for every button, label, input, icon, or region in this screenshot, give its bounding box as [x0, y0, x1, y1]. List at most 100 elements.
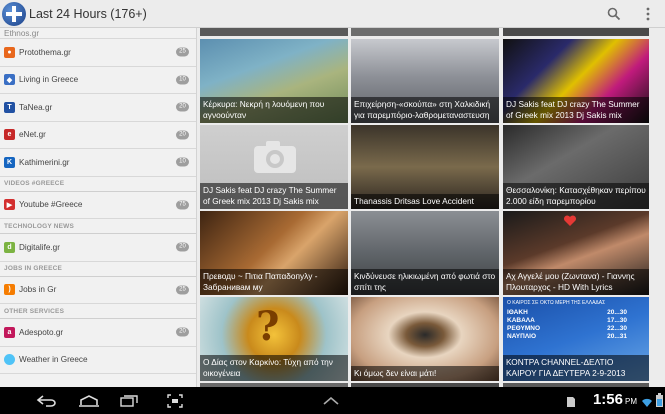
count-badge: 10: [176, 75, 189, 85]
status-clock: 1:56: [592, 391, 623, 408]
section-header-videos: VIDEOS #GREECE: [0, 177, 196, 192]
weather-city: ΙΘΑΚΗ: [507, 309, 528, 316]
tile-caption: Κι όμως δεν είναι μάτι!: [351, 365, 499, 381]
count-badge: 75: [176, 200, 189, 210]
news-tile[interactable]: Ο ΚΑΙΡΟΣ ΣΕ ΟΚΤΩ ΜΕΡΗ ΤΗΣ ΕΛΛΑΔΑΣ ΙΘΑΚΗ 2…: [503, 297, 649, 381]
living-in-greece-icon: ◆: [4, 74, 15, 86]
sidebar-item-label: Adespoto.gr: [19, 327, 64, 337]
count-badge: 20: [176, 130, 189, 140]
sidebar-item-label: eNet.gr: [19, 130, 46, 140]
sidebar-item-tanea[interactable]: T TaNea.gr 20: [0, 94, 196, 122]
weather-heading: Ο ΚΑΙΡΟΣ ΣΕ ΟΚΤΩ ΜΕΡΗ ΤΗΣ ΕΛΛΑΔΑΣ: [507, 300, 606, 306]
tile-caption: DJ Sakis feat DJ crazy The Summer of Gre…: [503, 97, 649, 123]
count-badge: 20: [176, 242, 189, 252]
weather-city: ΝΑΥΠΛΙΟ: [507, 333, 537, 340]
sidebar-item-label: Protothema.gr: [19, 47, 71, 57]
tile-partial[interactable]: [200, 28, 348, 36]
count-badge: 25: [176, 285, 189, 295]
sources-sidebar: Ethnos.gr ● Protothema.gr 25 ◆ Living in…: [0, 28, 197, 387]
digitalife-icon: d: [4, 241, 15, 253]
sidebar-item-label: Youtube #Greece: [19, 200, 83, 210]
adespoto-icon: a: [4, 326, 15, 338]
status-ampm: PM: [625, 397, 637, 406]
news-tile[interactable]: Κινδύνευσε ηλικιωμένη από φωτιά στο σπίτ…: [351, 211, 499, 295]
weather-table: ΙΘΑΚΗ 20...30 ΚΑΒΑΛΑ 17...30 ΡΕΘΥΜΝΟ 22...3…: [507, 309, 627, 341]
tile-caption: ΚΟΝΤΡΑ CHANNEL-ΔΕΛΤΙΟ ΚΑΙΡΟΥ ΓΙΑ ΔΕΥΤΕΡΑ…: [503, 355, 649, 381]
weather-city: ΡΕΘΥΜΝΟ: [507, 325, 541, 332]
sidebar-item-adespoto[interactable]: a Adespoto.gr 20: [0, 319, 196, 347]
sidebar-item-youtube-greece[interactable]: ▶ Youtube #Greece 75: [0, 192, 196, 219]
sd-card-icon: [566, 395, 576, 413]
section-header-services: OTHER SERVICES: [0, 304, 196, 319]
search-icon[interactable]: [597, 0, 631, 28]
tile-caption: DJ Sakis feat DJ crazy The Summer of Gre…: [200, 183, 348, 209]
news-tile[interactable]: ? Ο Δίας στον Καρκίνο: Τύχη από την οικο…: [200, 297, 348, 381]
wifi-icon: [641, 395, 653, 413]
news-tile[interactable]: DJ Sakis feat DJ crazy The Summer of Gre…: [200, 125, 348, 209]
weather-row: ΡΕΘΥΜΝΟ 22...30: [507, 325, 627, 333]
news-tile[interactable]: Θεσσαλονίκη: Κατασχέθηκαν περίπου 2.000 …: [503, 125, 649, 209]
protothema-icon: ●: [4, 46, 15, 58]
heart-icon: [563, 215, 577, 226]
sidebar-item-living-in-greece[interactable]: ◆ Living in Greece 10: [0, 67, 196, 94]
sidebar-item-label: Ethnos.gr: [4, 28, 40, 38]
tile-caption: Επιχείρηση-«σκούπα» στη Χαλκιδική για πα…: [351, 97, 499, 123]
sidebar-item-weather-in-greece[interactable]: Weather in Greece: [0, 347, 196, 374]
news-tile[interactable]: Επιχείρηση-«σκούπα» στη Χαλκιδική για πα…: [351, 39, 499, 123]
sidebar-item-label: TaNea.gr: [19, 102, 53, 112]
weather-row: ΚΑΒΑΛΑ 17...30: [507, 317, 627, 325]
recent-apps-icon[interactable]: [114, 387, 144, 414]
news-tile-grid: Κέρκυρα: Νεκρή η λουόμενη που αγνοούνταν…: [197, 28, 665, 387]
sidebar-item-enet[interactable]: e eNet.gr 20: [0, 122, 196, 149]
sidebar-item-protothema[interactable]: ● Protothema.gr 25: [0, 39, 196, 67]
count-badge: 20: [176, 327, 189, 337]
tile-caption: Κέρκυρα: Νεκρή η λουόμενη που αγνοούνταν: [200, 97, 348, 123]
greek-flag-logo-icon[interactable]: [2, 1, 26, 26]
sidebar-item-digitalife[interactable]: d Digitalife.gr 20: [0, 234, 196, 262]
news-tile[interactable]: Αχ Αγγελέ μου (Ζωντανα) - Γιαννης Πλουτα…: [503, 211, 649, 295]
weather-row: ΙΘΑΚΗ 20...30: [507, 309, 627, 317]
enet-icon: e: [4, 129, 15, 141]
screenshot-icon[interactable]: [160, 387, 190, 414]
chevron-up-icon[interactable]: [316, 387, 346, 414]
news-tile[interactable]: Thanassis Dritsas Love Accident: [351, 125, 499, 209]
weather-temp: 22...30: [607, 325, 627, 332]
weather-temp: 20...30: [607, 309, 627, 316]
count-badge: 10: [176, 157, 189, 167]
sidebar-item-label: Weather in Greece: [19, 355, 88, 365]
battery-icon: [656, 393, 663, 412]
rss-icon: ): [4, 284, 15, 296]
tile-caption: Thanassis Dritsas Love Accident: [351, 193, 499, 209]
news-tile[interactable]: DJ Sakis feat DJ crazy The Summer of Gre…: [503, 39, 649, 123]
tile-caption: Ο Δίας στον Καρκίνο: Τύχη από την οικογέ…: [200, 355, 348, 381]
sidebar-item-label: Jobs in Gr: [19, 285, 57, 295]
tile-partial[interactable]: [503, 28, 649, 36]
sidebar-item-jobs-in-gr[interactable]: ) Jobs in Gr 25: [0, 277, 196, 304]
weather-icon: [4, 354, 15, 366]
youtube-icon: ▶: [4, 199, 15, 211]
camera-placeholder-icon: [254, 141, 296, 173]
section-header-jobs: JOBS IN GREECE: [0, 262, 196, 277]
weather-city: ΚΑΒΑΛΑ: [507, 317, 535, 324]
tile-caption: Αχ Αγγελέ μου (Ζωντανα) - Γιαννης Πλουτα…: [503, 269, 649, 295]
system-navigation-bar: 1:56 PM: [0, 387, 665, 414]
tile-partial[interactable]: [351, 28, 499, 36]
sidebar-item-ethnos[interactable]: Ethnos.gr: [0, 28, 196, 39]
weather-temp: 20...31: [607, 333, 627, 340]
overflow-menu-icon[interactable]: [631, 0, 665, 28]
news-tile[interactable]: Κέρκυρα: Νεκρή η λουόμενη που αγνοούνταν: [200, 39, 348, 123]
back-icon[interactable]: [32, 387, 62, 414]
news-tile[interactable]: Πρεводυ ~ Πιτια Παπαδопуλу - Забрaнивам …: [200, 211, 348, 295]
sidebar-item-kathimerini[interactable]: K Kathimerini.gr 10: [0, 149, 196, 177]
action-bar: Last 24 Hours (176+): [0, 0, 665, 28]
weather-row: ΝΑΥΠΛΙΟ 20...31: [507, 333, 627, 341]
tile-caption: Πρεводυ ~ Πιτια Παπαδопуλу - Забрaнивам …: [200, 269, 348, 295]
section-header-technology: TECHNOLOGY NEWS: [0, 219, 196, 234]
count-badge: 20: [176, 102, 189, 112]
news-tile[interactable]: Κι όμως δεν είναι μάτι!: [351, 297, 499, 381]
tile-caption: Θεσσαλονίκη: Κατασχέθηκαν περίπου 2.000 …: [503, 183, 649, 209]
sidebar-item-label: Living in Greece: [19, 75, 79, 85]
weather-temp: 17...30: [607, 317, 627, 324]
kathimerini-icon: K: [4, 156, 15, 168]
home-icon[interactable]: [74, 387, 104, 414]
